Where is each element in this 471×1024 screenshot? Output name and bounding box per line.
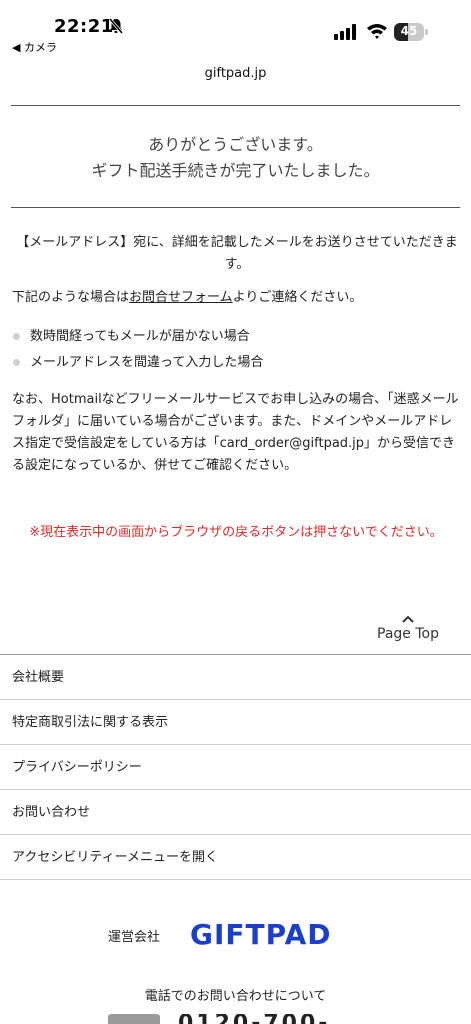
- back-to-camera-link[interactable]: ◀ カメラ: [12, 39, 57, 55]
- footer-link-commerce-law[interactable]: 特定商取引法に関する表示: [0, 700, 471, 745]
- contact-prefix: 下記のような場合は: [12, 290, 130, 305]
- divider-top: [11, 105, 460, 106]
- spam-note: なお、Hotmailなどフリーメールサービスでお申し込みの場合、「迷惑メールフォ…: [12, 392, 459, 473]
- battery-icon: 45: [394, 23, 428, 41]
- contact-suffix: よりご連絡ください。: [232, 290, 363, 305]
- url-bar[interactable]: giftpad.jp: [0, 66, 471, 81]
- signal-icon: [334, 24, 356, 40]
- footer-link-company[interactable]: 会社概要: [0, 655, 471, 700]
- thanks-line-1: ありがとうございます。: [148, 135, 323, 154]
- chevron-up-icon: [402, 615, 414, 623]
- back-button-warning: ※現在表示中の画面からブラウザの戻るボタンは押さないでください。: [29, 525, 443, 540]
- company-label: 運営会社: [108, 930, 161, 945]
- page-top-label: Page Top: [377, 626, 439, 642]
- case-list: 数時間経ってもメールが届かない場合 メールアドレスを間違って入力した場合: [12, 324, 462, 376]
- footer-link-privacy[interactable]: プライバシーポリシー: [0, 745, 471, 790]
- status-bar: 22:21 ◀ カメラ 45: [0, 0, 471, 60]
- list-item: メールアドレスを間違って入力した場合: [12, 350, 462, 376]
- footer-link-contact[interactable]: お問い合わせ: [0, 790, 471, 835]
- bullet-dot-icon: [13, 359, 20, 366]
- thanks-line-2: ギフト配送手続きが完了いたしました。: [91, 161, 380, 180]
- status-time: 22:21: [54, 16, 114, 37]
- footer-link-accessibility[interactable]: アクセシビリティーメニューを開く: [0, 835, 471, 880]
- email-notice: 【メールアドレス】宛に、詳細を記載したメールをお送りさせていただきます。: [16, 235, 458, 272]
- footer-nav: 会社概要 特定商取引法に関する表示 プライバシーポリシー お問い合わせ アクセシ…: [0, 654, 471, 880]
- list-item: 数時間経ってもメールが届かない場合: [12, 324, 462, 350]
- page-top-button[interactable]: Page Top: [368, 614, 448, 642]
- battery-level: 45: [400, 24, 418, 38]
- wifi-icon: [367, 24, 387, 39]
- thanks-message: ありがとうございます。 ギフト配送手続きが完了いたしました。: [0, 132, 471, 184]
- divider-bottom: [11, 207, 460, 208]
- operating-company: 運営会社 GIFTPAD: [0, 914, 471, 958]
- giftpad-logo[interactable]: GIFTPAD: [190, 918, 332, 951]
- phone-number[interactable]: 0120-700-000: [178, 1014, 368, 1024]
- contact-text: 下記のような場合はお問合せフォームよりご連絡ください。: [12, 287, 462, 309]
- phone-heading: 電話でのお問い合わせについて: [144, 989, 327, 1004]
- phone-contact[interactable]: 0120-700-000: [108, 1014, 368, 1024]
- contact-form-link[interactable]: お問合せフォーム: [129, 290, 233, 305]
- bullet-dot-icon: [13, 333, 20, 340]
- free-dial-icon: [108, 1014, 160, 1024]
- bell-slash-icon: [108, 18, 124, 34]
